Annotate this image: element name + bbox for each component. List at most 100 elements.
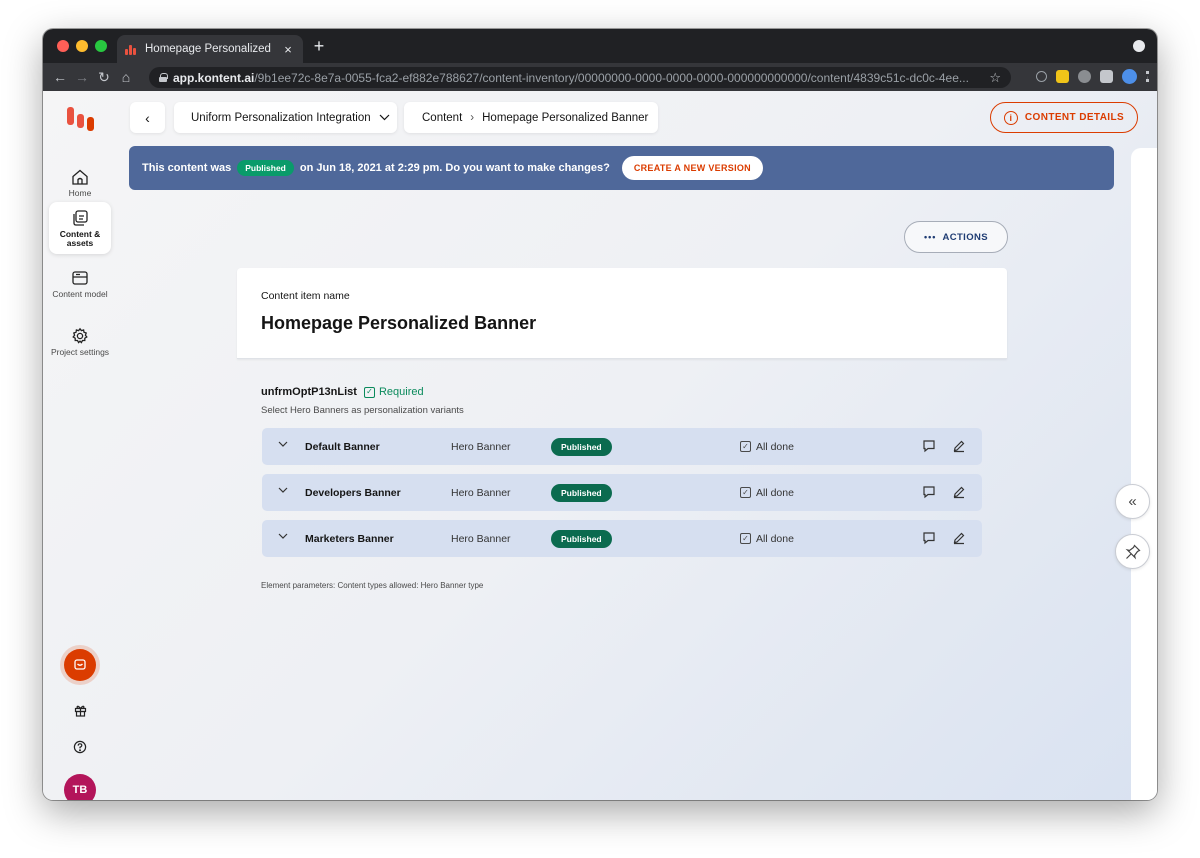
completion-status: ✓ All done bbox=[740, 441, 794, 453]
status-badge: Published bbox=[551, 437, 612, 456]
browser-toolbar: ← → ↻ ⌂ app.kontent.ai/9b1ee72c-8e7a-005… bbox=[43, 63, 1157, 91]
url-domain: app.kontent.ai bbox=[173, 70, 255, 85]
bookmark-star-icon[interactable]: ☆ bbox=[989, 70, 1001, 86]
chevron-left-icon: ‹ bbox=[145, 109, 150, 126]
url-path: /9b1ee72c-8e7a-0055-fca2-ef882e788627/co… bbox=[254, 70, 969, 85]
close-window-button[interactable] bbox=[57, 40, 69, 52]
content-item-name-label: Content item name bbox=[261, 290, 350, 302]
content-item-name-card: Content item name Homepage Personalized … bbox=[237, 268, 1007, 359]
sidebar-item-label: Content model bbox=[52, 289, 108, 299]
browser-tabbar: Homepage Personalized Banne × + bbox=[43, 29, 1157, 63]
url-text: app.kontent.ai/9b1ee72c-8e7a-0055-fca2-e… bbox=[173, 71, 983, 85]
browser-tab[interactable]: Homepage Personalized Banne × bbox=[117, 35, 303, 63]
kontent-favicon-icon bbox=[125, 43, 139, 55]
required-indicator: ✓ Required bbox=[363, 386, 424, 398]
chevron-down-icon[interactable] bbox=[278, 439, 288, 449]
address-bar[interactable]: app.kontent.ai/9b1ee72c-8e7a-0055-fca2-e… bbox=[149, 67, 1011, 88]
gear-icon bbox=[72, 327, 88, 344]
element-parameters: Element parameters: Content types allowe… bbox=[261, 581, 484, 590]
avatar[interactable]: TB bbox=[64, 774, 96, 800]
chevron-down-icon[interactable] bbox=[278, 485, 288, 495]
status-badge: Published bbox=[551, 483, 612, 502]
pin-icon bbox=[1125, 543, 1141, 559]
linked-item-row[interactable]: Developers Banner Hero Banner Published … bbox=[262, 474, 982, 511]
linked-item-type: Hero Banner bbox=[451, 440, 511, 453]
collapse-panel-button[interactable]: « bbox=[1115, 484, 1150, 519]
notice-prefix: This content was bbox=[142, 162, 232, 174]
chat-icon bbox=[74, 659, 86, 670]
kontent-logo-icon[interactable] bbox=[67, 101, 95, 131]
actions-button[interactable]: ••• ACTIONS bbox=[904, 221, 1008, 253]
linked-item-type: Hero Banner bbox=[451, 532, 511, 545]
chevron-down-icon[interactable] bbox=[278, 531, 288, 541]
comment-icon[interactable] bbox=[922, 439, 936, 453]
js-extension-icon[interactable] bbox=[1056, 70, 1069, 83]
completion-label: All done bbox=[756, 532, 794, 545]
breadcrumb-item-current: Homepage Personalized Banner bbox=[482, 111, 649, 124]
content-model-icon bbox=[72, 271, 88, 285]
breadcrumb-item-content[interactable]: Content bbox=[422, 112, 462, 124]
whats-new-button[interactable] bbox=[64, 694, 96, 726]
puzzle-extension-icon[interactable] bbox=[1100, 70, 1113, 83]
completion-status: ✓ All done bbox=[740, 533, 794, 545]
edit-pencil-icon[interactable] bbox=[952, 485, 966, 499]
completion-status: ✓ All done bbox=[740, 487, 794, 499]
content-assets-icon bbox=[73, 209, 88, 226]
help-button[interactable] bbox=[64, 731, 96, 763]
minimize-window-button[interactable] bbox=[76, 40, 88, 52]
maximize-window-button[interactable] bbox=[95, 40, 107, 52]
linked-item-row[interactable]: Marketers Banner Hero Banner Published ✓… bbox=[262, 520, 982, 557]
extensions-area bbox=[1036, 69, 1149, 84]
home-icon bbox=[72, 169, 88, 185]
back-button[interactable]: ‹ bbox=[130, 102, 165, 133]
actions-label: ACTIONS bbox=[942, 231, 988, 243]
notice-suffix: on Jun 18, 2021 at 2:29 pm. Do you want … bbox=[299, 162, 610, 174]
kebab-menu-icon[interactable] bbox=[1146, 71, 1149, 82]
checkbox-checked-icon: ✓ bbox=[740, 441, 751, 452]
linked-item-name: Marketers Banner bbox=[305, 532, 394, 545]
sidebar-item-label: Project settings bbox=[50, 347, 110, 357]
sidebar: Home Content & assets Content model Proj… bbox=[43, 91, 119, 800]
profile-icon[interactable] bbox=[1122, 69, 1137, 84]
content-details-button[interactable]: i CONTENT DETAILS bbox=[990, 102, 1138, 133]
project-name: Uniform Personalization Integration bbox=[191, 111, 371, 124]
new-tab-button[interactable]: + bbox=[309, 36, 329, 57]
forward-arrow-icon[interactable]: → bbox=[71, 69, 93, 85]
linked-item-name: Developers Banner bbox=[305, 486, 401, 499]
content-item-name-value[interactable]: Homepage Personalized Banner bbox=[261, 313, 536, 334]
element-guidelines: Select Hero Banners as personalization v… bbox=[261, 405, 464, 416]
checkbox-checked-icon: ✓ bbox=[363, 386, 375, 398]
sidebar-item-label: Home bbox=[68, 188, 92, 198]
project-selector[interactable]: Uniform Personalization Integration bbox=[174, 102, 397, 133]
linked-item-name: Default Banner bbox=[305, 440, 380, 453]
linked-items-element: unfrmOptP13nList ✓ Required Select Hero … bbox=[261, 386, 464, 416]
chevron-right-icon: › bbox=[470, 111, 475, 124]
sidebar-item-content-model[interactable]: Content model bbox=[49, 258, 111, 310]
create-new-version-button[interactable]: CREATE A NEW VERSION bbox=[621, 156, 763, 180]
info-extension-icon[interactable] bbox=[1036, 71, 1047, 82]
edit-pencil-icon[interactable] bbox=[952, 439, 966, 453]
cube-extension-icon[interactable] bbox=[1078, 70, 1091, 83]
required-label: Required bbox=[378, 386, 424, 398]
tab-close-icon[interactable]: × bbox=[281, 42, 295, 57]
edit-pencil-icon[interactable] bbox=[952, 531, 966, 545]
completion-label: All done bbox=[756, 486, 794, 499]
sidebar-item-content-assets[interactable]: Content & assets bbox=[49, 202, 111, 254]
comment-icon[interactable] bbox=[922, 531, 936, 545]
info-icon: i bbox=[1003, 110, 1018, 125]
right-panel-rail bbox=[1131, 148, 1157, 800]
pin-button[interactable] bbox=[1115, 534, 1150, 569]
back-arrow-icon[interactable]: ← bbox=[49, 69, 71, 85]
published-notice-bar: This content was Published on Jun 18, 20… bbox=[129, 146, 1114, 190]
status-badge: Published bbox=[551, 529, 612, 548]
sidebar-item-project-settings[interactable]: Project settings bbox=[49, 316, 111, 368]
browser-menu-icon[interactable] bbox=[1133, 40, 1145, 52]
app-area: Home Content & assets Content model Proj… bbox=[43, 91, 1157, 800]
reload-icon[interactable]: ↻ bbox=[93, 69, 115, 86]
linked-item-row[interactable]: Default Banner Hero Banner Published ✓ Al… bbox=[262, 428, 982, 465]
sidebar-item-label: Content & assets bbox=[59, 228, 101, 248]
feedback-button[interactable] bbox=[64, 649, 96, 681]
home-page-icon[interactable]: ⌂ bbox=[115, 69, 137, 85]
gift-icon bbox=[74, 705, 86, 717]
comment-icon[interactable] bbox=[922, 485, 936, 499]
